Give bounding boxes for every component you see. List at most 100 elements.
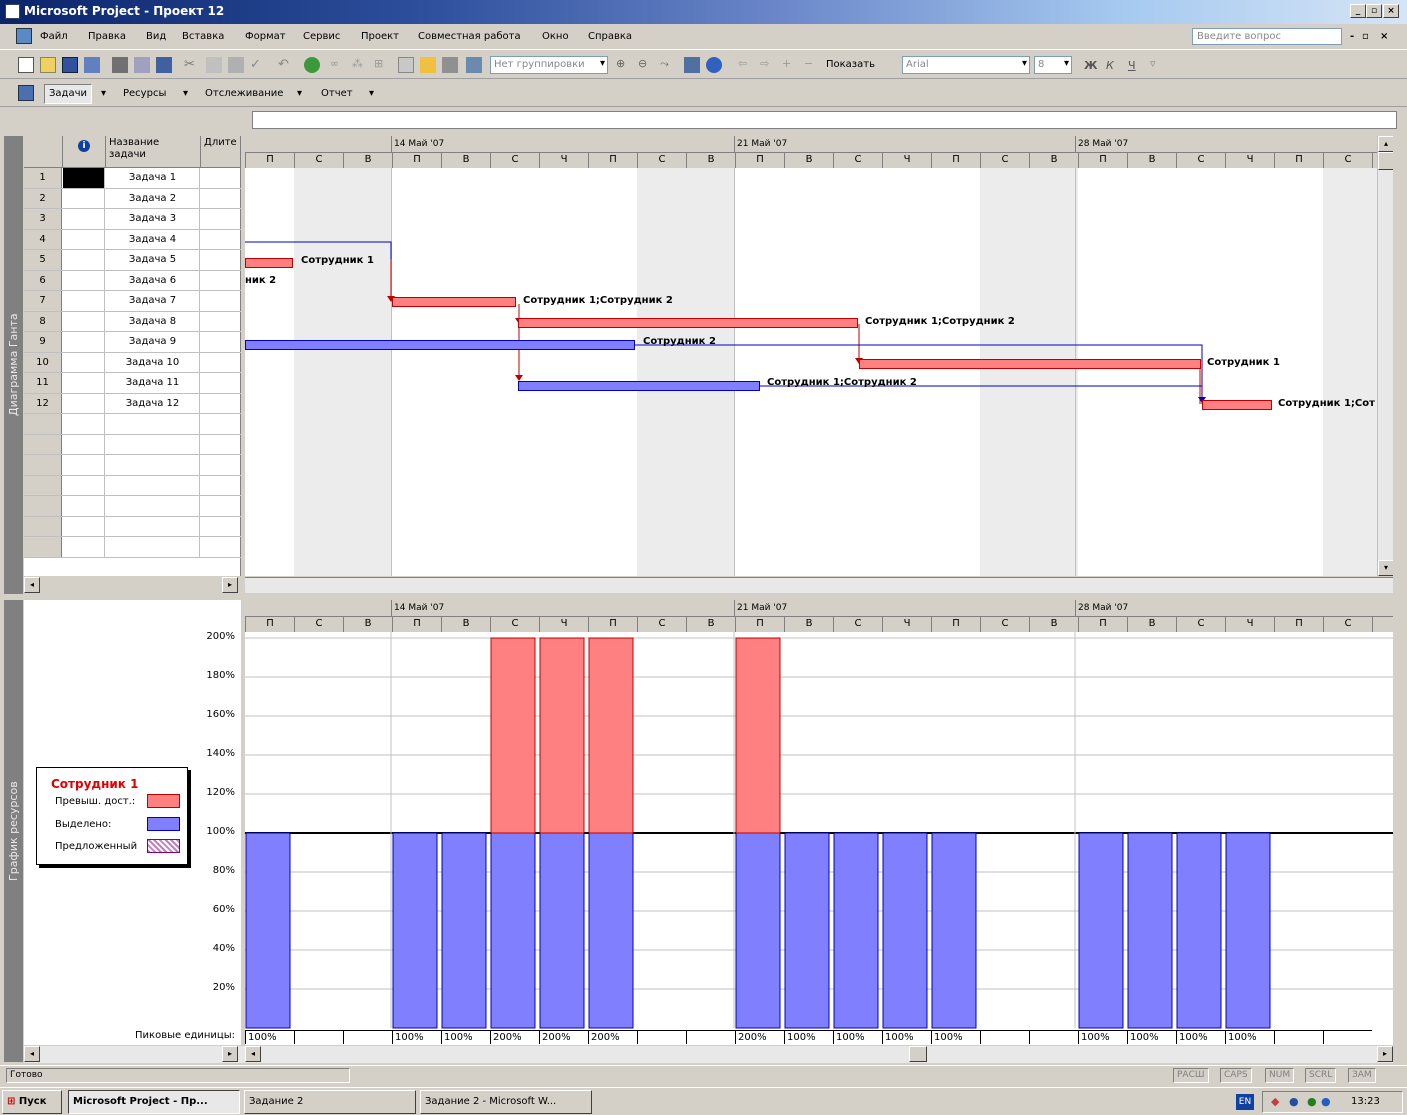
allocated-bar[interactable]: [882, 832, 928, 1029]
task-name-cell[interactable]: [106, 537, 200, 557]
task-name-cell[interactable]: Задача 5: [106, 250, 200, 270]
task-8-bar[interactable]: [518, 318, 858, 328]
font-size-select[interactable]: 8: [1034, 56, 1072, 74]
tracking-dropdown-arrow[interactable]: ▾: [292, 84, 307, 104]
start-button[interactable]: ⊞ Пуск: [2, 1090, 62, 1114]
table-row[interactable]: 9 Задача 9: [24, 332, 241, 353]
gantt-scroll-thumb[interactable]: [1378, 152, 1393, 170]
doc-min-icon[interactable]: -: [1350, 31, 1354, 42]
allocated-bar[interactable]: [441, 832, 487, 1029]
task-name-cell[interactable]: Задача 7: [106, 291, 200, 311]
open-icon[interactable]: [40, 57, 56, 73]
row-number[interactable]: 12: [24, 393, 62, 413]
res-scroll-left[interactable]: ◂: [245, 1046, 261, 1062]
table-row[interactable]: [24, 414, 241, 435]
close-button[interactable]: ×: [1383, 4, 1399, 18]
task-7-bar[interactable]: [392, 297, 516, 307]
copy-picture-2-icon[interactable]: [684, 57, 700, 73]
task-name-cell[interactable]: Задача 2: [106, 188, 200, 208]
tasks-dropdown-arrow[interactable]: ▾: [96, 84, 111, 104]
table-row[interactable]: 10 Задача 10: [24, 352, 241, 373]
table-scroll-left[interactable]: ◂: [24, 577, 40, 593]
unlink-icon[interactable]: ⁂: [352, 57, 368, 73]
task-name-cell[interactable]: [106, 496, 200, 516]
doc-icon[interactable]: [16, 28, 32, 44]
save-icon[interactable]: [62, 57, 78, 73]
row-number[interactable]: 2: [24, 188, 62, 208]
show-subtasks-icon[interactable]: +: [782, 57, 798, 73]
row-number[interactable]: [24, 496, 62, 516]
name-column-header[interactable]: Название задачи: [106, 136, 201, 168]
allocated-bar[interactable]: [539, 832, 585, 1029]
task-11-bar[interactable]: [518, 381, 760, 391]
language-indicator[interactable]: EN: [1236, 1094, 1254, 1110]
table-row[interactable]: 2 Задача 2: [24, 188, 241, 209]
allocated-bar[interactable]: [1127, 832, 1173, 1029]
table-scroll-right[interactable]: ▸: [222, 577, 238, 593]
taskbar-word[interactable]: Задание 2 - Microsoft W...: [420, 1090, 592, 1114]
resources-button[interactable]: Ресурсы: [118, 84, 171, 104]
tracking-button[interactable]: Отслеживание: [200, 84, 288, 104]
ask-question-input[interactable]: Введите вопрос: [1192, 28, 1342, 45]
gantt-horizontal-scrollbar[interactable]: [245, 577, 1393, 593]
res-scroll-right[interactable]: ▸: [1377, 1046, 1393, 1062]
doc-restore-icon[interactable]: ▫: [1362, 31, 1369, 42]
help-icon[interactable]: [706, 57, 722, 73]
tasks-button[interactable]: Задачи: [44, 84, 92, 104]
guide-icon[interactable]: [18, 85, 34, 101]
indent-icon[interactable]: ⇨: [760, 57, 776, 73]
menu-collaborate[interactable]: Совместная работа: [418, 31, 521, 42]
new-icon[interactable]: [18, 57, 34, 73]
menu-file[interactable]: Файл: [40, 31, 68, 42]
allocated-bar[interactable]: [245, 832, 291, 1029]
taskbar-project[interactable]: Microsoft Project - Пр...: [68, 1090, 240, 1114]
paste-icon[interactable]: [228, 57, 244, 73]
taskbar-folder[interactable]: Задание 2: [244, 1090, 416, 1114]
show-dropdown[interactable]: Показать: [826, 59, 875, 70]
row-number[interactable]: 1: [24, 168, 62, 188]
tray-network-icon[interactable]: ●: [1289, 1095, 1299, 1108]
row-number[interactable]: [24, 537, 62, 557]
table-row[interactable]: 12 Задача 12: [24, 393, 241, 414]
row-number[interactable]: 6: [24, 270, 62, 290]
task-name-cell[interactable]: Задача 1: [106, 168, 200, 188]
doc-close-icon[interactable]: ×: [1380, 31, 1388, 42]
table-row[interactable]: [24, 537, 241, 558]
gantt-scroll-up[interactable]: ▴: [1378, 136, 1393, 152]
underline-button[interactable]: Ч: [1128, 59, 1136, 72]
bold-button[interactable]: Ж: [1084, 59, 1097, 72]
link-icon[interactable]: ∞: [330, 57, 346, 73]
hide-subtasks-icon[interactable]: −: [804, 57, 820, 73]
overallocated-bar[interactable]: [735, 637, 781, 834]
menu-window[interactable]: Окно: [542, 31, 569, 42]
goto-task-icon[interactable]: ⤳: [660, 57, 676, 73]
table-row[interactable]: [24, 496, 241, 517]
allocated-bar[interactable]: [833, 832, 879, 1029]
restore-button[interactable]: ▫: [1366, 4, 1382, 18]
menu-view[interactable]: Вид: [146, 31, 166, 42]
task-name-cell[interactable]: [106, 475, 200, 495]
zoom-out-icon[interactable]: ⊖: [638, 57, 654, 73]
menu-format[interactable]: Формат: [245, 31, 286, 42]
task-10-bar[interactable]: [859, 359, 1201, 369]
row-number[interactable]: 7: [24, 291, 62, 311]
split-icon[interactable]: ⊞: [374, 57, 390, 73]
table-row[interactable]: 7 Задача 7: [24, 291, 241, 312]
filter-icon[interactable]: ▿: [1150, 57, 1166, 73]
tray-update-icon[interactable]: ●: [1321, 1095, 1331, 1108]
task-5-bar[interactable]: [245, 258, 293, 268]
row-number[interactable]: 9: [24, 332, 62, 352]
row-number[interactable]: 11: [24, 373, 62, 393]
copy-icon[interactable]: [206, 57, 222, 73]
task-name-cell[interactable]: Задача 12: [106, 393, 200, 413]
allocated-bar[interactable]: [1078, 832, 1124, 1029]
menu-help[interactable]: Справка: [588, 31, 632, 42]
info-column-header[interactable]: i: [63, 136, 106, 168]
italic-button[interactable]: К: [1106, 59, 1114, 72]
allocated-bar[interactable]: [784, 832, 830, 1029]
row-number[interactable]: 8: [24, 311, 62, 331]
allocated-bar[interactable]: [931, 832, 977, 1029]
task-name-cell[interactable]: Задача 9: [106, 332, 200, 352]
overallocated-bar[interactable]: [490, 637, 536, 834]
task-name-cell[interactable]: [106, 434, 200, 454]
